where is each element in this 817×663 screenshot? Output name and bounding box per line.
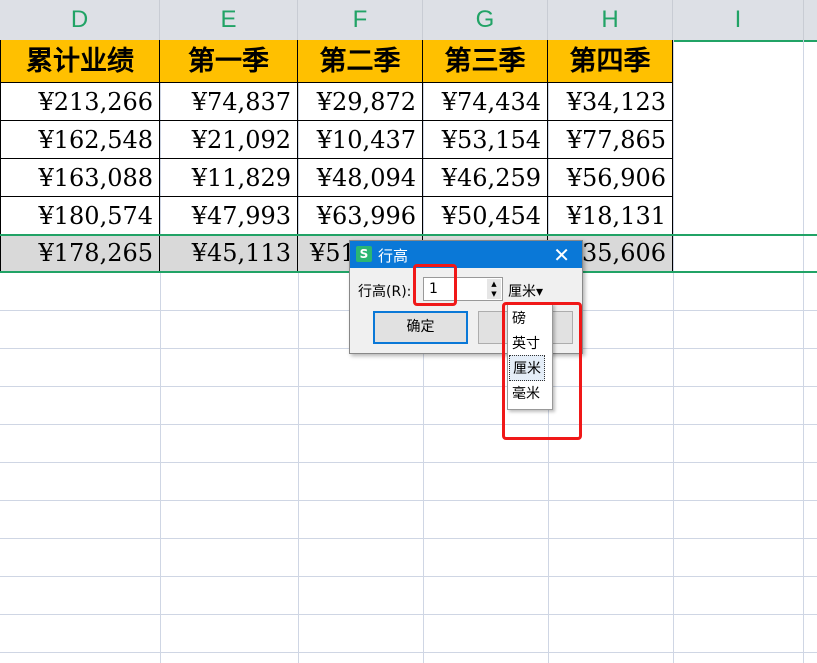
table-cell[interactable]: ¥48,094	[298, 159, 423, 197]
table-cell[interactable]: ¥10,437	[298, 121, 423, 159]
column-header-i[interactable]: I	[673, 0, 804, 40]
dialog-title: 行高	[378, 247, 409, 265]
table-cell[interactable]: ¥63,996	[298, 197, 423, 235]
ok-label: 确定	[406, 319, 435, 335]
highlight-unit-list	[502, 302, 582, 440]
column-header-bar: D E F G H I	[0, 0, 817, 40]
row-height-label: 行高(R):	[358, 284, 412, 300]
close-icon[interactable]: ✕	[553, 243, 570, 267]
table-cell[interactable]: ¥74,837	[160, 83, 298, 121]
unit-value: 厘米	[508, 284, 536, 300]
ok-button[interactable]: 确定	[373, 311, 468, 344]
table-cell[interactable]: ¥45,113	[160, 235, 298, 272]
highlight-value-box	[413, 264, 457, 306]
table-cell[interactable]: ¥77,865	[548, 121, 673, 159]
header-cell[interactable]: 第一季	[160, 40, 298, 83]
table-cell[interactable]: ¥11,829	[160, 159, 298, 197]
table-cell[interactable]: ¥56,906	[548, 159, 673, 197]
header-cell[interactable]: 第四季	[548, 40, 673, 83]
table-cell[interactable]: ¥180,574	[0, 197, 160, 235]
header-cell[interactable]: 累计业绩	[0, 40, 160, 83]
dialog-titlebar: S 行高 ✕	[350, 241, 582, 268]
table-cell[interactable]: ¥213,266	[0, 83, 160, 121]
table-cell[interactable]: ¥163,088	[0, 159, 160, 197]
table-cell[interactable]: ¥53,154	[423, 121, 548, 159]
unit-dropdown[interactable]: 厘米▾	[508, 281, 543, 301]
selected-row-top	[0, 234, 817, 236]
table-cell[interactable]: ¥50,454	[423, 197, 548, 235]
column-header-h[interactable]: H	[548, 0, 673, 40]
table-cell[interactable]: ¥34,123	[548, 83, 673, 121]
table-cell[interactable]: ¥74,434	[423, 83, 548, 121]
header-cell[interactable]: 第二季	[298, 40, 423, 83]
table-cell[interactable]: ¥46,259	[423, 159, 548, 197]
table-cell[interactable]: ¥18,131	[548, 197, 673, 235]
table-cell[interactable]: ¥178,265	[0, 235, 160, 272]
column-header-f[interactable]: F	[298, 0, 423, 40]
table-cell[interactable]: ¥47,993	[160, 197, 298, 235]
column-header-e[interactable]: E	[160, 0, 298, 40]
table-cell[interactable]: ¥162,548	[0, 121, 160, 159]
table-cell[interactable]: ¥21,092	[160, 121, 298, 159]
spinner-icon[interactable]: ▲ ▼	[487, 279, 501, 299]
column-header-g[interactable]: G	[423, 0, 548, 40]
app-icon: S	[356, 246, 372, 262]
header-cell[interactable]: 第三季	[423, 40, 548, 83]
table-cell[interactable]: ¥29,872	[298, 83, 423, 121]
column-header-d[interactable]: D	[0, 0, 160, 40]
